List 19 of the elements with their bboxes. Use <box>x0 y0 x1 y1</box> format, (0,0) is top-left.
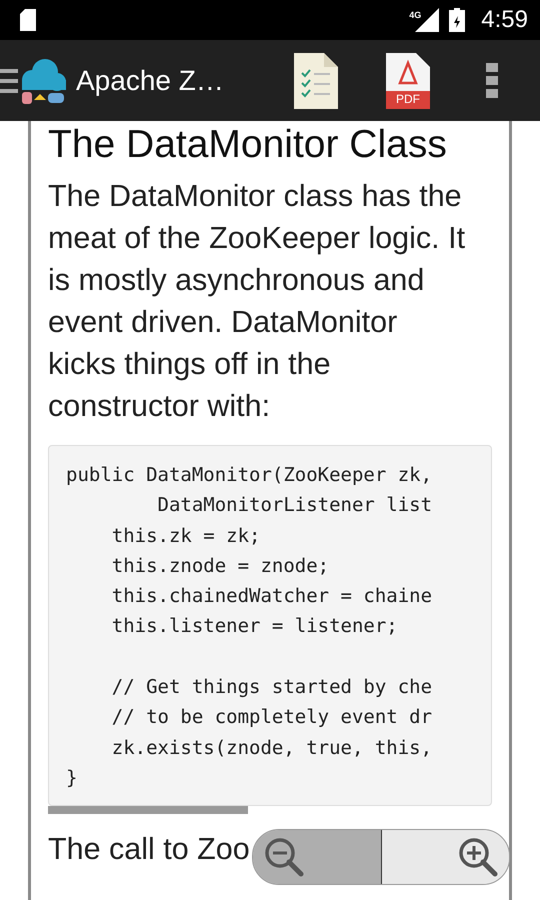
clock-time: 4:59 <box>481 6 528 34</box>
app-title: Apache Z… <box>76 64 224 96</box>
zoom-in-icon <box>457 836 499 878</box>
code-text: public DataMonitor(ZooKeeper zk, DataMonitorListener list this.zk = zk; this.znode = znode; this.chainedWatcher = chaine this.listener = listener; // Get things started by che // to be completely event dr zk.exists(znode, true, this, } <box>66 463 434 791</box>
paragraph: The DataMonitor class has the meat of the ZooKeeper logic. It is mostly asynchronous and event driven. DataMonitor kicks things off in the constructor with: <box>48 178 466 425</box>
zoom-in-button[interactable] <box>382 830 509 884</box>
pdf-document-button[interactable]: PDF <box>386 52 430 108</box>
zoom-out-icon <box>263 836 305 878</box>
pdf-document-icon <box>386 52 430 108</box>
zoom-out-button[interactable] <box>253 830 382 884</box>
pdf-label: PDF <box>395 92 421 106</box>
battery-icon <box>449 8 466 32</box>
checklist-document-icon[interactable] <box>294 52 338 108</box>
network-type: 4G <box>409 10 422 20</box>
menu-icon[interactable] <box>0 68 18 94</box>
section-heading: The DataMonitor Class <box>48 123 448 167</box>
paragraph: The call to Zoo <box>48 831 250 868</box>
sd-card-icon <box>20 9 36 31</box>
overflow-menu-icon[interactable] <box>486 62 498 98</box>
